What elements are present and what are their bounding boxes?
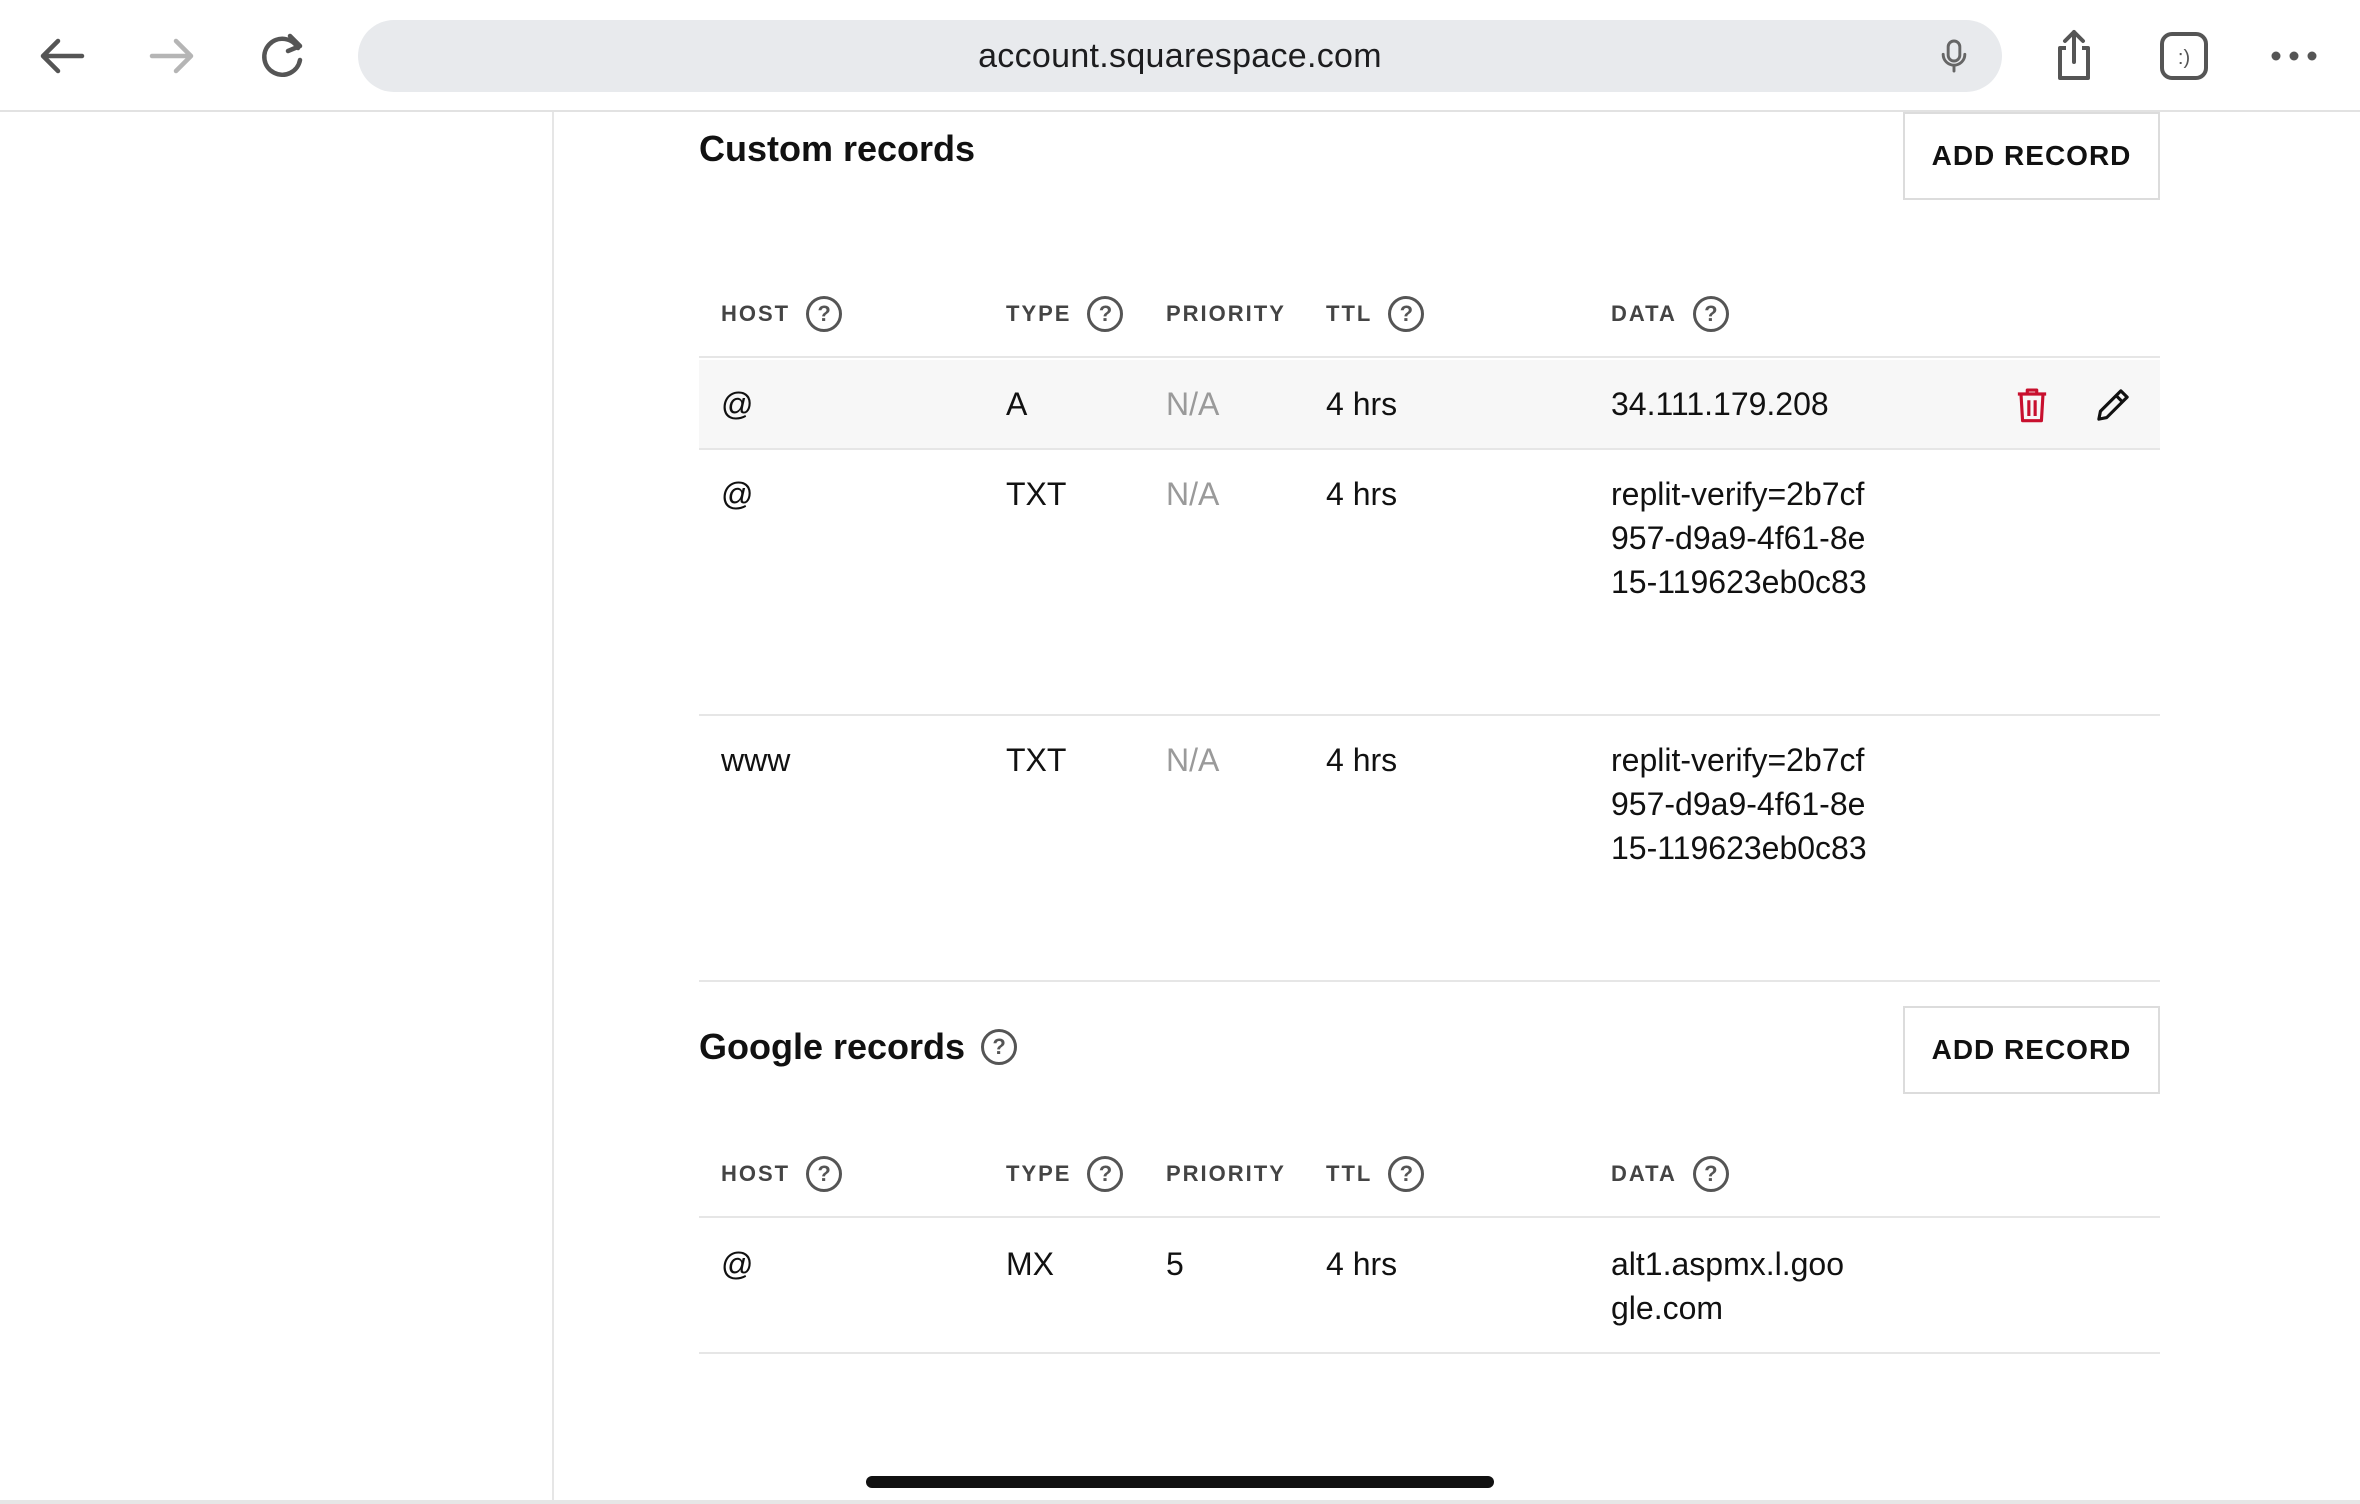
record-type: A	[1006, 386, 1028, 422]
record-data: alt1.aspmx.l.google.com	[1611, 1246, 1845, 1326]
table-row[interactable]: @ TXT N/A 4 hrs replit-verify=2b7cf957-d…	[699, 450, 2160, 716]
record-data: 34.111.179.208	[1611, 386, 1829, 422]
record-host: @	[721, 386, 754, 422]
help-icon[interactable]: ?	[1388, 296, 1425, 332]
record-priority: N/A	[1166, 476, 1220, 512]
share-icon[interactable]	[2034, 16, 2114, 96]
record-type: MX	[1006, 1246, 1054, 1282]
column-type: TYPE ?	[1006, 270, 1124, 358]
record-host: www	[721, 742, 791, 778]
record-ttl: 4 hrs	[1326, 386, 1398, 422]
extension-icon[interactable]: :)	[2144, 16, 2224, 96]
extension-label: :)	[2178, 47, 2190, 69]
column-priority: PRIORITY	[1166, 301, 1286, 326]
add-custom-record-button[interactable]: ADD RECORD	[1903, 112, 2160, 200]
record-ttl: 4 hrs	[1326, 742, 1398, 778]
section-title: Custom records	[699, 128, 975, 170]
column-ttl: TTL ?	[1326, 1130, 1425, 1218]
help-icon[interactable]: ?	[1692, 296, 1729, 332]
section-title: Google records ?	[699, 1026, 1018, 1068]
help-icon[interactable]: ?	[1087, 1156, 1124, 1192]
browser-toolbar: account.squarespace.com :)	[0, 0, 2360, 112]
help-icon[interactable]: ?	[1388, 1156, 1425, 1192]
custom-records-title: Custom records	[699, 128, 976, 169]
column-host: HOST ?	[721, 270, 843, 358]
bottom-divider	[0, 1500, 2360, 1504]
column-type: TYPE ?	[1006, 1130, 1124, 1218]
microphone-icon[interactable]	[1930, 32, 1978, 80]
table-row[interactable]: @ A N/A 4 hrs 34.111.179.208	[699, 360, 2160, 450]
record-data: replit-verify=2b7cf957-d9a9-4f61-8e15-11…	[1611, 742, 1867, 866]
column-data: DATA ?	[1611, 270, 1729, 358]
record-host: @	[721, 476, 754, 512]
table-row[interactable]: www TXT N/A 4 hrs replit-verify=2b7cf957…	[699, 716, 2160, 982]
record-data: replit-verify=2b7cf957-d9a9-4f61-8e15-11…	[1611, 476, 1867, 600]
help-icon[interactable]: ?	[981, 1029, 1018, 1065]
record-ttl: 4 hrs	[1326, 1246, 1398, 1282]
home-indicator	[866, 1476, 1494, 1488]
trash-icon[interactable]	[2004, 377, 2060, 433]
record-host: @	[721, 1246, 754, 1282]
reload-icon[interactable]	[242, 16, 322, 96]
help-icon[interactable]: ?	[1692, 1156, 1729, 1192]
column-priority: PRIORITY	[1166, 1161, 1286, 1186]
sidebar-divider	[552, 112, 554, 1504]
arrow-left-icon[interactable]	[22, 16, 102, 96]
google-records-title: Google records	[699, 1026, 966, 1067]
record-type: TXT	[1006, 476, 1067, 512]
record-priority: 5	[1166, 1246, 1184, 1282]
column-data: DATA ?	[1611, 1130, 1729, 1218]
help-icon[interactable]: ?	[806, 1156, 843, 1192]
arrow-right-icon[interactable]	[132, 16, 212, 96]
record-priority: N/A	[1166, 742, 1220, 778]
record-ttl: 4 hrs	[1326, 476, 1398, 512]
table-header: HOST ? TYPE ? PRIORITY TTL ? DATA ?	[699, 1130, 2160, 1218]
table-header: HOST ? TYPE ? PRIORITY TTL ? DATA ?	[699, 270, 2160, 358]
record-type: TXT	[1006, 742, 1067, 778]
column-host: HOST ?	[721, 1130, 843, 1218]
table-row[interactable]: @ MX 5 4 hrs alt1.aspmx.l.google.com	[699, 1220, 2160, 1354]
help-icon[interactable]: ?	[806, 296, 843, 332]
column-ttl: TTL ?	[1326, 270, 1425, 358]
record-priority: N/A	[1166, 386, 1220, 422]
more-icon[interactable]	[2254, 16, 2334, 96]
add-google-record-button[interactable]: ADD RECORD	[1903, 1006, 2160, 1094]
address-bar[interactable]: account.squarespace.com	[358, 20, 2002, 92]
url-text: account.squarespace.com	[978, 36, 1382, 75]
help-icon[interactable]: ?	[1087, 296, 1124, 332]
pencil-icon[interactable]	[2085, 377, 2141, 433]
